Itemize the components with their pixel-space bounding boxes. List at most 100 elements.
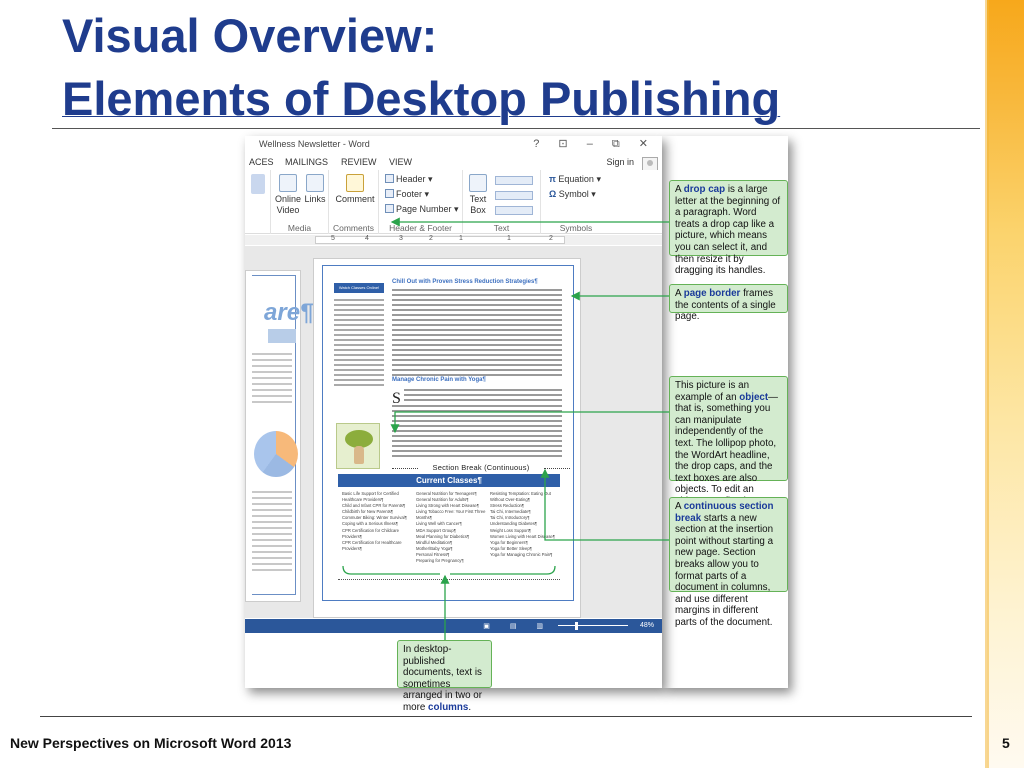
slide-title: Visual Overview: Elements of Desktop Pub…: [62, 4, 942, 130]
text-box-label: Text Box: [469, 194, 487, 215]
left-page-text: [252, 353, 292, 407]
callout-text: .: [468, 701, 472, 713]
view-buttons[interactable]: ▣ ▤ ▥: [483, 622, 552, 630]
person-shape: [354, 446, 364, 464]
class-item: Basic Life Support for Certified Healthc…: [342, 491, 399, 503]
ruler-tick: 4: [365, 235, 369, 242]
text-tools: [495, 176, 533, 215]
header-icon: [385, 174, 394, 183]
online-video-button[interactable]: Online Video: [275, 174, 301, 216]
ruler[interactable]: 5 4 3 2 1 1 2: [245, 235, 662, 245]
group-label-header-footer: Header & Footer: [389, 223, 452, 233]
apps-icon: [251, 174, 265, 194]
picture-object[interactable]: [336, 423, 380, 469]
sign-in-link[interactable]: Sign in: [606, 157, 634, 167]
current-page[interactable]: Watch Classes Online! Chill Out with Pro…: [313, 258, 581, 618]
current-classes-banner: Current Classes¶: [338, 474, 560, 487]
page-number-button[interactable]: Page Number ▾: [385, 204, 459, 215]
text-box-button[interactable]: Text Box: [467, 174, 489, 216]
callout-section-break: A continuous section break starts a new …: [669, 497, 788, 628]
title-rule: [52, 128, 980, 129]
left-page-banner: [268, 329, 296, 343]
group-label-media: Media: [287, 223, 312, 233]
tab-mailings[interactable]: MAILINGS: [285, 157, 328, 167]
callout-text: This picture is an example of an: [675, 380, 750, 403]
body-text: [392, 289, 562, 379]
body-text: [404, 389, 562, 404]
decorative-strip: [987, 0, 1024, 768]
heading-yoga: Manage Chronic Pain with Yoga¶: [392, 377, 486, 383]
header-label: Header: [396, 174, 426, 184]
footer-button[interactable]: Footer ▾: [385, 189, 429, 200]
ruler-tick: 2: [429, 235, 433, 242]
sidebar-text: [334, 299, 384, 389]
ribbon-group-header-footer: Header ▾ Footer ▾ Page Number ▾ Header &…: [379, 170, 463, 234]
body-text: [392, 405, 562, 460]
symbol-label: Symbol: [558, 189, 589, 199]
tab-review[interactable]: REVIEW: [341, 157, 377, 167]
class-item: CPR Certification for Healthcare Provide…: [342, 539, 402, 551]
classes-column-3: Resisting Temptation: Eating Out Without…: [490, 491, 560, 558]
decorative-strip-edge: [985, 0, 989, 768]
classes-column-2: General Nutrition for Teenagers¶ General…: [416, 491, 486, 564]
footer-rule: [40, 716, 972, 717]
ruler-text-area: [315, 236, 565, 244]
ribbon-group-symbols: π Equation ▾ Ω Symbol ▾ Symbols: [541, 170, 611, 234]
class-item: Women Living with Heart Disease¶: [490, 533, 556, 539]
drop-cap-icon[interactable]: [495, 206, 533, 215]
ruler-tick: 2: [549, 235, 553, 242]
comment-icon: [346, 174, 364, 192]
callout-columns: In desktop-published documents, text is …: [397, 640, 492, 713]
callout-text: A: [675, 288, 684, 299]
left-page-text: [252, 491, 292, 575]
group-label-symbols: Symbols: [559, 223, 593, 233]
equation-label: Equation: [558, 174, 594, 184]
quick-parts-icon[interactable]: [495, 176, 533, 185]
title-line-1: Visual Overview:: [62, 9, 438, 62]
footer-text: New Perspectives on Microsoft Word 2013: [10, 735, 292, 751]
word-screenshot: Wellness Newsletter - Word ? ⊡ – ⧉ ✕ ACE…: [245, 136, 662, 688]
sidebar-text-box-title[interactable]: Watch Classes Online!: [334, 283, 384, 293]
columns-end-marker: [338, 579, 560, 580]
section-break-marker: Section Break (Continuous): [392, 463, 570, 472]
page-number: 5: [1002, 735, 1010, 751]
footer-label: Footer: [396, 189, 423, 199]
zoom-slider-track[interactable]: [558, 625, 628, 626]
class-item: Resisting Temptation: Eating Out Without…: [490, 491, 551, 503]
class-item: Yoga for Managing Chronic Pain¶: [490, 551, 553, 557]
ribbon: Online Video Links Media Comment Comment…: [245, 170, 662, 234]
class-item: Living Tobacco Free: Your First Three Mo…: [416, 509, 486, 521]
tab-view[interactable]: VIEW: [389, 157, 412, 167]
equation-button[interactable]: π Equation ▾: [549, 174, 601, 185]
links-label: Links: [304, 194, 326, 204]
page-number-icon: [385, 204, 394, 213]
classes-column-1: Basic Life Support for Certified Healthc…: [342, 491, 412, 552]
links-button[interactable]: Links: [303, 174, 327, 205]
symbol-button[interactable]: Ω Symbol ▾: [549, 189, 596, 200]
ruler-tick: 1: [459, 235, 463, 242]
ribbon-group-cut: [245, 170, 271, 234]
callout-term: page border: [683, 288, 741, 299]
callout-text: A: [675, 184, 684, 195]
wordart-icon[interactable]: [495, 191, 533, 200]
tab-references[interactable]: ACES: [249, 157, 274, 167]
ruler-tick: 5: [331, 235, 335, 242]
header-button[interactable]: Header ▾: [385, 174, 433, 185]
title-line-2: Elements of Desktop Publishing: [62, 72, 781, 125]
heading-stress: Chill Out with Proven Stress Reduction S…: [392, 279, 538, 285]
word-titlebar: Wellness Newsletter - Word ? ⊡ – ⧉ ✕: [245, 136, 662, 152]
online-video-label: Online Video: [275, 194, 302, 215]
callout-term: drop cap: [683, 184, 726, 195]
zoom-level[interactable]: 48%: [640, 622, 654, 629]
footer-icon: [385, 189, 394, 198]
ribbon-group-media: Online Video Links Media: [271, 170, 329, 234]
callout-term: columns: [428, 701, 469, 713]
zoom-slider-thumb[interactable]: [575, 622, 578, 630]
ribbon-group-comments: Comment Comments: [329, 170, 379, 234]
comment-button[interactable]: Comment: [335, 174, 375, 205]
window-controls[interactable]: ? ⊡ – ⧉ ✕: [533, 137, 656, 151]
document-canvas[interactable]: are¶ Watch Classes Online! Chill Out wit…: [245, 246, 662, 618]
callout-drop-cap: A drop cap is a large letter at the begi…: [669, 180, 788, 276]
class-item: CPR Certification for Childcare Provider…: [342, 527, 400, 539]
text-box-icon: [469, 174, 487, 192]
